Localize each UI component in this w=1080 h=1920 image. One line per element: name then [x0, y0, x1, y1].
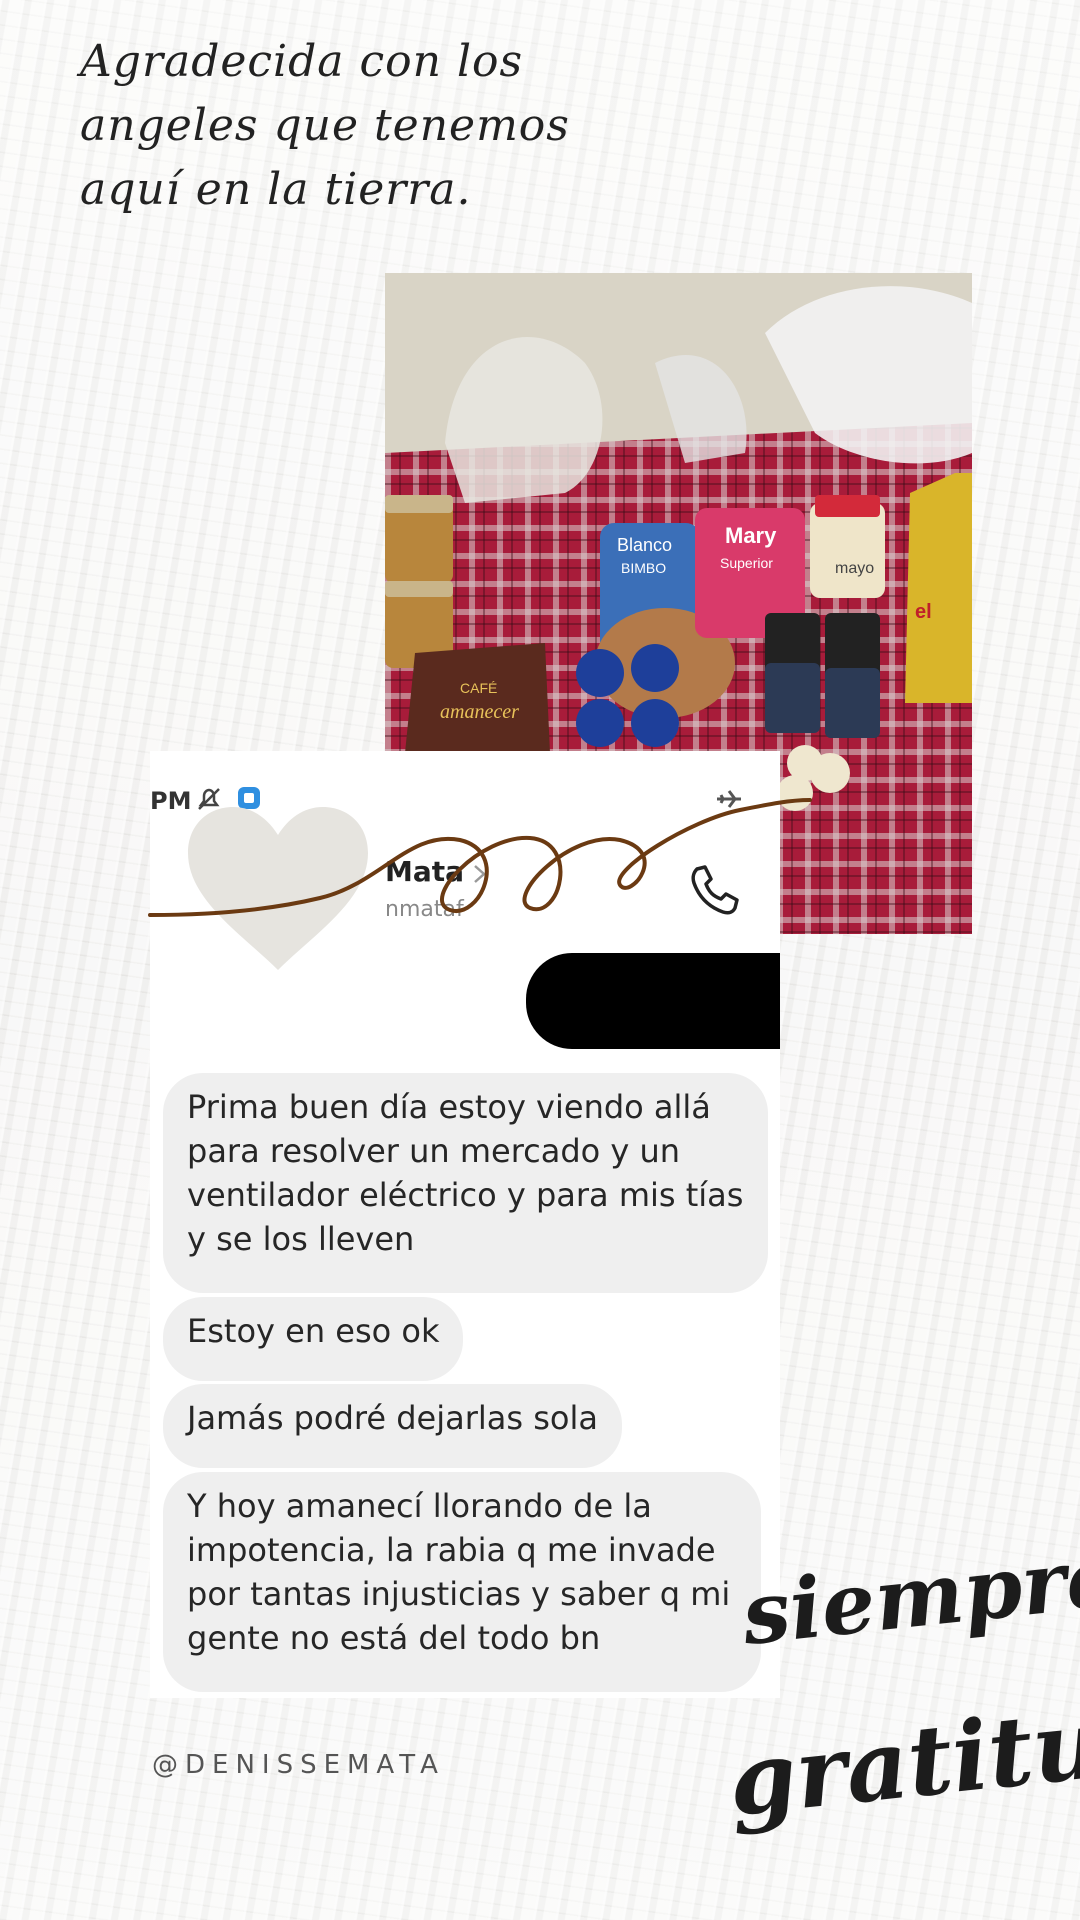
squiggle-doodle	[148, 798, 812, 917]
message-bubble-4: Y hoy amanecí llorando de la impotencia,…	[163, 1472, 761, 1692]
mayo-label: mayo	[835, 560, 874, 577]
bread-label: Blanco	[617, 535, 672, 555]
message-bubble-1: Prima buen día estoy viendo allá para re…	[163, 1073, 768, 1293]
rice-label: Mary	[725, 523, 777, 548]
message-bubble-2: Estoy en eso ok	[163, 1297, 464, 1381]
rice-sub-label: Superior	[720, 555, 773, 571]
message-bubble-3: Jamás podré dejarlas sola	[163, 1384, 622, 1468]
instagram-handle: @DENISSEMATA	[152, 1750, 445, 1780]
redacted-message	[526, 953, 780, 1049]
coffee-top-label: CAFÉ	[460, 680, 497, 696]
caption-top: Agradecida con los angeles que tenemos a…	[80, 36, 570, 215]
coffee-brand-label: amanecer	[440, 701, 519, 723]
oil-label: el	[915, 601, 932, 623]
bread-brand-label: BIMBO	[621, 560, 666, 576]
